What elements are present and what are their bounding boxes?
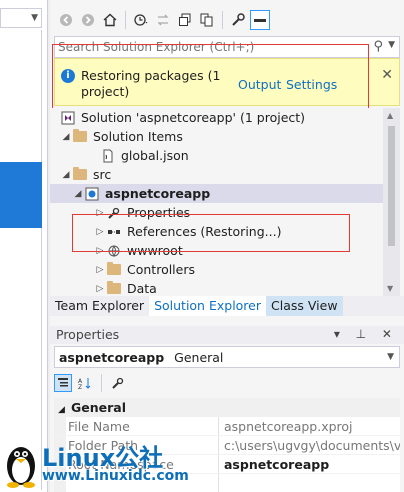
categorized-icon[interactable] — [54, 374, 72, 392]
properties-toolbar: AZ — [54, 372, 127, 394]
preview-icon[interactable] — [250, 10, 270, 30]
tree-item-label: Solution 'aspnetcoreapp' (1 project) — [81, 110, 306, 125]
selected-object-name: aspnetcoreapp — [59, 350, 165, 365]
collapse-all-icon[interactable] — [175, 10, 195, 30]
tree-item-selected[interactable]: ◢ aspnetcoreapp — [50, 184, 390, 203]
tree-item-label: Solution Items — [93, 129, 183, 144]
chevron-down-icon[interactable]: ▼ — [387, 352, 394, 362]
search-icon[interactable]: ⚲ — [373, 39, 383, 54]
scroll-down-icon[interactable]: ▼ — [387, 284, 393, 293]
collapsed-arrow-icon[interactable]: ▷ — [94, 284, 106, 294]
property-value: aspnetcoreapp.xproj — [224, 419, 353, 434]
tree-item[interactable]: ◢ src — [50, 165, 390, 184]
scrollbar-thumb[interactable] — [388, 126, 395, 246]
tree-item[interactable]: ▷ Controllers — [50, 260, 390, 279]
property-pages-icon[interactable] — [109, 374, 127, 392]
tab-solution-explorer[interactable]: Solution Explorer — [149, 296, 267, 316]
history-icon[interactable] — [131, 10, 151, 30]
sync-icon[interactable] — [153, 10, 173, 30]
tree-item[interactable]: ▷ Data — [50, 279, 390, 296]
editor-edge: ▼ — [0, 0, 48, 492]
home-icon[interactable] — [100, 10, 120, 30]
category-label: General — [71, 400, 126, 415]
folder-icon — [72, 167, 88, 182]
solution-icon — [60, 111, 76, 125]
expanded-arrow-icon[interactable]: ◢ — [72, 189, 84, 199]
property-value: aspnetcoreapp — [224, 457, 330, 472]
tree-item-label: Controllers — [127, 262, 195, 277]
annotation-box-infobar — [52, 44, 369, 118]
tux-penguin-icon — [7, 447, 35, 488]
chevron-down-icon[interactable]: ▼ — [388, 40, 395, 50]
forward-icon[interactable] — [78, 10, 98, 30]
expanded-arrow-icon[interactable]: ◢ — [60, 170, 72, 180]
property-row[interactable]: File Name aspnetcoreapp.xproj — [54, 417, 400, 436]
folder-icon — [72, 129, 88, 144]
alphabetical-icon[interactable]: AZ — [76, 374, 94, 392]
show-all-files-icon[interactable] — [197, 10, 217, 30]
back-icon[interactable] — [56, 10, 76, 30]
tree-item-label: global.json — [121, 148, 189, 163]
window-buttons[interactable]: ▾ ⊥ ✕ — [334, 327, 398, 341]
toolbar-separator — [222, 11, 223, 29]
chevron-down-icon: ▼ — [31, 13, 38, 23]
json-file-icon — [100, 149, 116, 163]
solution-explorer-toolbar — [50, 8, 404, 32]
editor-selection-block — [0, 162, 42, 228]
watermark-url: www.Linuxidc.com — [42, 468, 189, 484]
toolbar-separator — [125, 11, 126, 29]
expanded-arrow-icon[interactable]: ◢ — [60, 132, 72, 142]
properties-title: Properties — [56, 327, 120, 342]
property-value: c:\users\ugvgy\documents\vis — [224, 438, 400, 453]
watermark: Linux公社 www.Linuxidc.com — [0, 438, 200, 492]
close-icon[interactable]: ✕ — [381, 67, 393, 83]
tool-window-tabs: Team Explorer Solution Explorer Class Vi… — [50, 296, 404, 316]
web-project-icon — [84, 187, 100, 201]
tree-item[interactable]: global.json — [50, 146, 390, 165]
property-name: File Name — [68, 419, 130, 434]
tree-item-label: src — [93, 167, 112, 182]
editor-gutter — [0, 30, 42, 490]
properties-icon[interactable] — [228, 10, 248, 30]
svg-text:Z: Z — [78, 384, 82, 390]
tree-scrollbar[interactable]: ▲ ▼ — [383, 108, 400, 296]
folder-icon — [106, 262, 122, 277]
annotation-box-references — [72, 214, 350, 252]
tree-item[interactable]: Solution 'aspnetcoreapp' (1 project) — [50, 108, 390, 127]
properties-object-selector[interactable]: aspnetcoreapp General ▼ — [54, 346, 400, 368]
category-general[interactable]: ◢ General — [54, 398, 400, 417]
toolbar-separator — [101, 374, 102, 392]
tab-team-explorer[interactable]: Team Explorer — [50, 296, 149, 316]
selected-object-type: General — [174, 350, 224, 365]
folder-icon — [106, 281, 122, 296]
solution-explorer-panel: ⚲ ▼ i Restoring packages (1 project) Out… — [50, 0, 404, 492]
scroll-up-icon[interactable]: ▲ — [387, 111, 393, 120]
editor-dropdown[interactable]: ▼ — [0, 8, 42, 28]
tree-item-label: aspnetcoreapp — [105, 186, 211, 201]
tree-item-label: Data — [127, 281, 157, 296]
tree-item[interactable]: ◢ Solution Items — [50, 127, 390, 146]
collapsed-arrow-icon[interactable]: ▷ — [94, 265, 106, 275]
solution-tree: Solution 'aspnetcoreapp' (1 project) ◢ S… — [50, 108, 390, 296]
properties-header: Properties ▾ ⊥ ✕ — [50, 326, 404, 344]
tab-class-view[interactable]: Class View — [266, 296, 343, 316]
